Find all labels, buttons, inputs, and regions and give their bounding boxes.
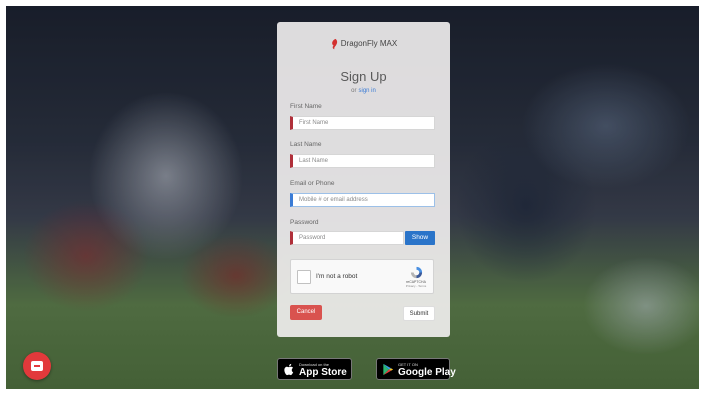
last-name-label: Last Name bbox=[290, 141, 322, 148]
password-field[interactable]: Password bbox=[290, 231, 404, 245]
recaptcha-icon bbox=[410, 266, 422, 279]
page-title: Sign Up bbox=[340, 69, 387, 84]
dragonfly-logo-icon bbox=[331, 38, 337, 50]
first-name-field[interactable]: First Name bbox=[290, 116, 435, 130]
first-name-label: First Name bbox=[290, 103, 322, 110]
show-password-button[interactable]: Show bbox=[405, 231, 435, 245]
recaptcha-checkbox[interactable] bbox=[297, 270, 311, 284]
app-store-badge[interactable]: Download on the App Store bbox=[277, 358, 352, 380]
apple-icon bbox=[284, 363, 294, 376]
last-name-field[interactable]: Last Name bbox=[290, 154, 435, 168]
brand-name: DragonFly MAX bbox=[340, 39, 398, 49]
submit-button[interactable]: Submit bbox=[403, 306, 435, 321]
recaptcha-badge: reCAPTCHA Privacy - Terms bbox=[403, 266, 429, 288]
chat-bubble-icon bbox=[31, 361, 43, 371]
sign-in-link[interactable]: sign in bbox=[359, 88, 376, 94]
password-placeholder: Password bbox=[299, 235, 326, 241]
signup-card: DragonFly MAX Sign Up or sign in First Na… bbox=[277, 22, 450, 337]
contact-field[interactable]: Mobile # or email address bbox=[290, 193, 435, 207]
or-text: or bbox=[351, 88, 357, 94]
google-play-label: Google Play bbox=[398, 367, 456, 378]
google-play-icon bbox=[383, 363, 394, 376]
chat-launcher-button[interactable] bbox=[23, 352, 51, 380]
recaptcha-text: I'm not a robot bbox=[316, 273, 358, 280]
brand-logo: DragonFly MAX bbox=[277, 38, 450, 50]
contact-label: Email or Phone bbox=[290, 180, 335, 187]
cancel-button[interactable]: Cancel bbox=[290, 305, 322, 320]
contact-placeholder: Mobile # or email address bbox=[299, 197, 368, 203]
first-name-placeholder: First Name bbox=[299, 120, 329, 126]
signin-prompt: or sign in bbox=[277, 88, 450, 94]
google-play-badge[interactable]: GET IT ON Google Play bbox=[376, 358, 456, 380]
recaptcha-links[interactable]: Privacy - Terms bbox=[403, 284, 429, 288]
app-store-label: App Store bbox=[299, 367, 347, 378]
password-label: Password bbox=[290, 219, 319, 226]
recaptcha-widget: I'm not a robot reCAPTCHA Privacy - Term… bbox=[290, 259, 434, 294]
last-name-placeholder: Last Name bbox=[299, 158, 329, 164]
